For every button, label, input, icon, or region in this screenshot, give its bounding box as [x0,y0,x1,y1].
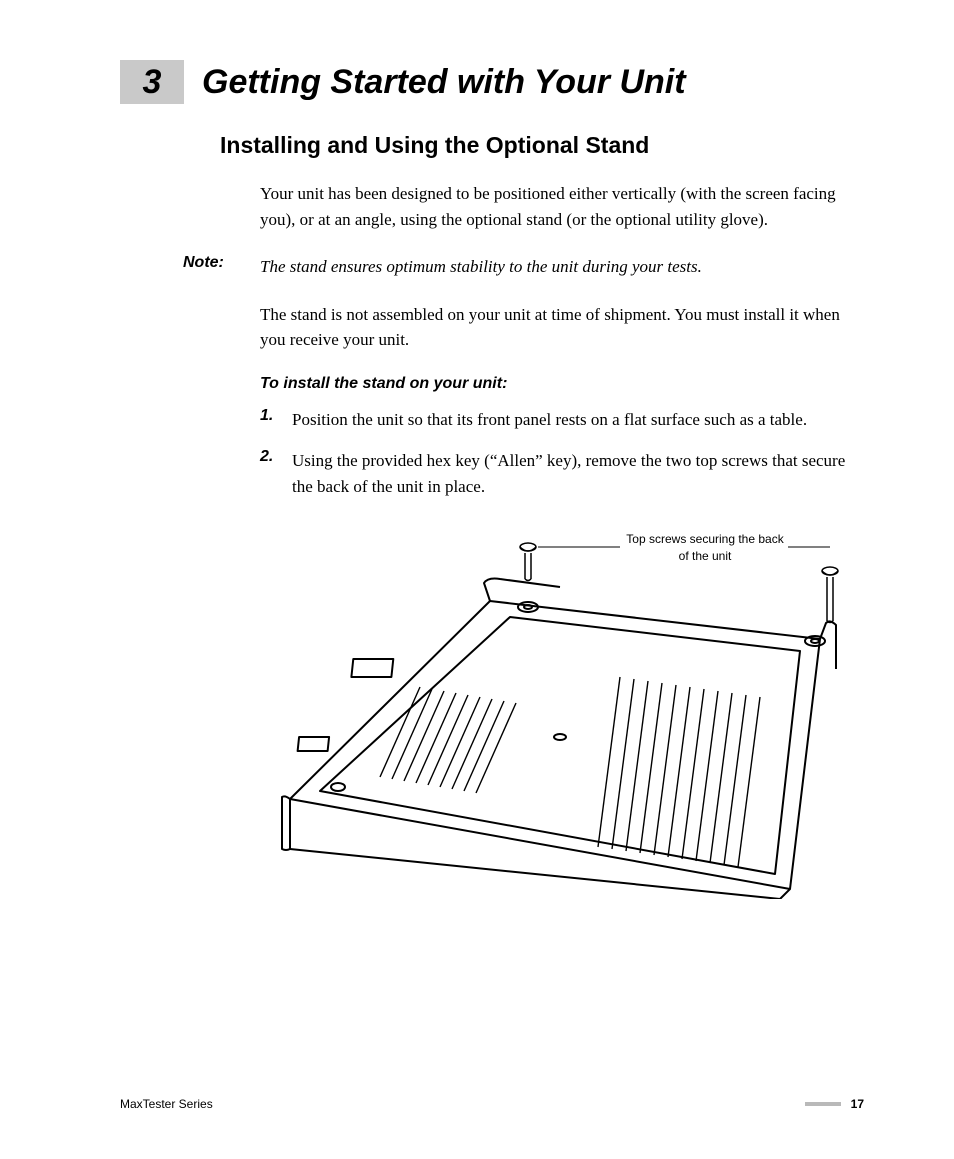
note-block: Note: The stand ensures optimum stabilit… [183,254,856,280]
footer-series: MaxTester Series [120,1097,213,1111]
page-footer: MaxTester Series 17 [120,1097,864,1111]
footer-page-number: 17 [851,1097,864,1111]
section-title: Installing and Using the Optional Stand [220,132,884,159]
step-text: Position the unit so that its front pane… [292,407,807,433]
document-page: 3 Getting Started with Your Unit Install… [0,0,954,1159]
note-label: Note: [183,254,260,280]
step-number: 2. [260,448,292,499]
chapter-number-box: 3 [120,60,184,104]
figure-callout: Top screws securing the back of the unit [625,531,785,565]
step-text: Using the provided hex key (“Allen” key)… [292,448,856,499]
step-number: 1. [260,407,292,433]
figure-unit-back: Top screws securing the back of the unit [260,519,840,899]
instructions-heading: To install the stand on your unit: [260,375,884,393]
note-text: The stand ensures optimum stability to t… [260,254,702,280]
chapter-title: Getting Started with Your Unit [202,65,686,99]
chapter-header: 3 Getting Started with Your Unit [120,60,884,104]
footer-decor-line [805,1102,841,1106]
unit-illustration [260,519,840,899]
chapter-number: 3 [143,63,162,102]
footer-right: 17 [805,1097,864,1111]
step-1: 1. Position the unit so that its front p… [260,407,856,433]
intro-paragraph: Your unit has been designed to be positi… [260,181,856,232]
after-note-paragraph: The stand is not assembled on your unit … [260,302,856,353]
step-2: 2. Using the provided hex key (“Allen” k… [260,448,856,499]
